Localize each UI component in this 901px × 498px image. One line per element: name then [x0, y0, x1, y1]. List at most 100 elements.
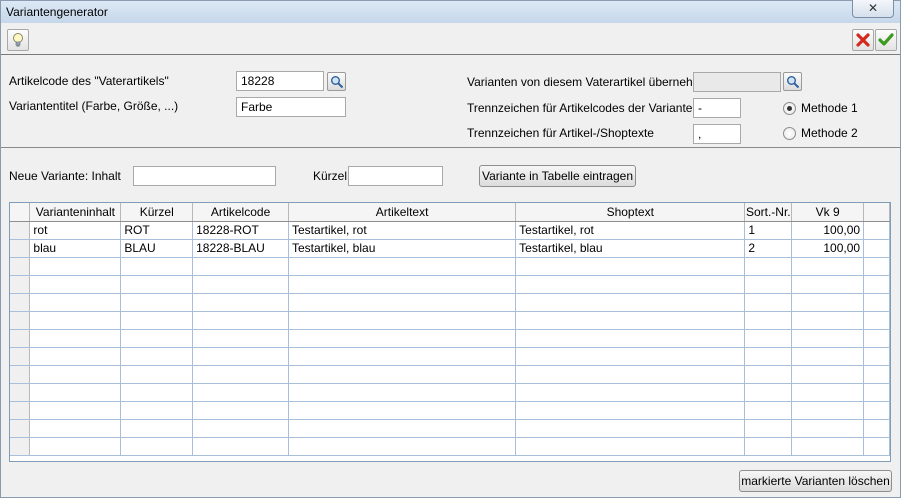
table-cell[interactable]: ROT — [120, 221, 194, 240]
empty-cell — [192, 419, 289, 438]
empty-cell — [10, 311, 31, 330]
neue-variante-inhalt-input[interactable] — [133, 166, 276, 186]
column-header[interactable]: Sort.-Nr. — [744, 203, 793, 222]
empty-table-row — [10, 257, 890, 276]
trennzeichen-codes-label: Trennzeichen für Artikelcodes der Varian… — [467, 101, 700, 115]
empty-cell — [791, 347, 865, 366]
empty-table-row — [10, 401, 890, 420]
table-cell[interactable]: 18228-ROT — [192, 221, 289, 240]
empty-cell — [192, 257, 289, 276]
close-window-button[interactable]: ✕ — [852, 0, 894, 18]
row-selector-header — [10, 203, 31, 222]
empty-cell — [10, 257, 31, 276]
empty-cell — [791, 365, 865, 384]
empty-cell — [791, 383, 865, 402]
empty-table-row — [10, 383, 890, 402]
variante-eintragen-button[interactable]: Variante in Tabelle eintragen — [479, 165, 636, 187]
table-cell[interactable]: blau — [29, 239, 122, 258]
trennzeichen-texte-input[interactable] — [693, 124, 741, 144]
table-cell[interactable]: BLAU — [120, 239, 194, 258]
empty-cell — [192, 275, 289, 294]
table-cell[interactable]: 18228-BLAU — [192, 239, 289, 258]
empty-cell — [515, 401, 746, 420]
column-header[interactable]: Kürzel — [120, 203, 194, 222]
empty-cell — [863, 293, 890, 312]
empty-cell — [120, 257, 194, 276]
empty-cell — [744, 293, 793, 312]
column-header[interactable]: Shoptext — [515, 203, 746, 222]
empty-cell — [29, 275, 122, 294]
column-header[interactable]: Artikelcode — [192, 203, 289, 222]
empty-table-row — [10, 419, 890, 438]
table-cell[interactable]: Testartikel, blau — [288, 239, 517, 258]
artikelcode-search-button[interactable] — [327, 72, 346, 91]
empty-cell — [863, 383, 890, 402]
uebernehmen-search-button[interactable] — [783, 72, 802, 91]
markierte-varianten-loeschen-button[interactable]: markierte Varianten löschen — [739, 470, 892, 492]
kuerzel-input[interactable] — [348, 166, 443, 186]
empty-table-row — [10, 437, 890, 456]
table-row[interactable]: rot ROT 18228-ROT Testartikel, rot Testartik… — [10, 221, 890, 240]
table-cell[interactable]: 100,00 — [791, 239, 865, 258]
row-selector[interactable] — [10, 239, 31, 258]
empty-cell — [515, 419, 746, 438]
empty-cell — [744, 311, 793, 330]
empty-table-row — [10, 365, 890, 384]
hint-button[interactable] — [7, 29, 29, 51]
empty-cell — [192, 401, 289, 420]
column-header[interactable]: Vk 9 — [791, 203, 865, 222]
table-cell[interactable]: 100,00 — [791, 221, 865, 240]
empty-cell — [515, 365, 746, 384]
window-title: Variantengenerator — [6, 5, 108, 19]
empty-cell — [863, 347, 890, 366]
ok-button[interactable] — [875, 29, 897, 51]
empty-cell — [29, 365, 122, 384]
empty-cell — [29, 293, 122, 312]
empty-cell — [515, 275, 746, 294]
column-header[interactable]: Artikeltext — [288, 203, 517, 222]
empty-cell — [515, 293, 746, 312]
empty-cell — [863, 401, 890, 420]
toolbar — [1, 26, 900, 55]
filler-header — [863, 203, 890, 222]
empty-cell — [192, 329, 289, 348]
methode-1-radio[interactable] — [783, 102, 796, 115]
table-cell[interactable]: 1 — [744, 221, 793, 240]
empty-cell — [10, 293, 31, 312]
cancel-button[interactable] — [852, 29, 874, 51]
trennzeichen-codes-input[interactable] — [693, 98, 741, 118]
filler-cell — [863, 239, 890, 258]
empty-cell — [288, 419, 517, 438]
table-cell[interactable]: Testartikel, blau — [515, 239, 746, 258]
empty-table-row — [10, 311, 890, 330]
empty-cell — [863, 437, 890, 456]
row-selector[interactable] — [10, 221, 31, 240]
empty-cell — [288, 257, 517, 276]
variantentitel-label: Variantentitel (Farbe, Größe, ...) — [9, 99, 179, 113]
empty-cell — [744, 383, 793, 402]
artikelcode-input[interactable] — [236, 71, 324, 91]
empty-cell — [120, 419, 194, 438]
empty-cell — [120, 365, 194, 384]
table-row[interactable]: blau BLAU 18228-BLAU Testartikel, blau Testa… — [10, 239, 890, 258]
table-cell[interactable]: 2 — [744, 239, 793, 258]
table-cell[interactable]: Testartikel, rot — [515, 221, 746, 240]
variantentitel-input[interactable] — [236, 97, 346, 117]
empty-table-row — [10, 293, 890, 312]
empty-cell — [29, 329, 122, 348]
column-header[interactable]: Varianteninhalt — [29, 203, 122, 222]
methode-2-radio[interactable] — [783, 127, 796, 140]
empty-cell — [288, 275, 517, 294]
empty-cell — [744, 329, 793, 348]
empty-cell — [863, 311, 890, 330]
empty-cell — [120, 311, 194, 330]
table-cell[interactable]: Testartikel, rot — [288, 221, 517, 240]
empty-cell — [515, 383, 746, 402]
table-cell[interactable]: rot — [29, 221, 122, 240]
empty-cell — [10, 401, 31, 420]
vaterartikel-uebernehmen-input[interactable] — [693, 72, 781, 92]
lightbulb-icon — [13, 33, 23, 47]
empty-cell — [10, 419, 31, 438]
empty-cell — [10, 437, 31, 456]
section-divider — [1, 147, 900, 148]
